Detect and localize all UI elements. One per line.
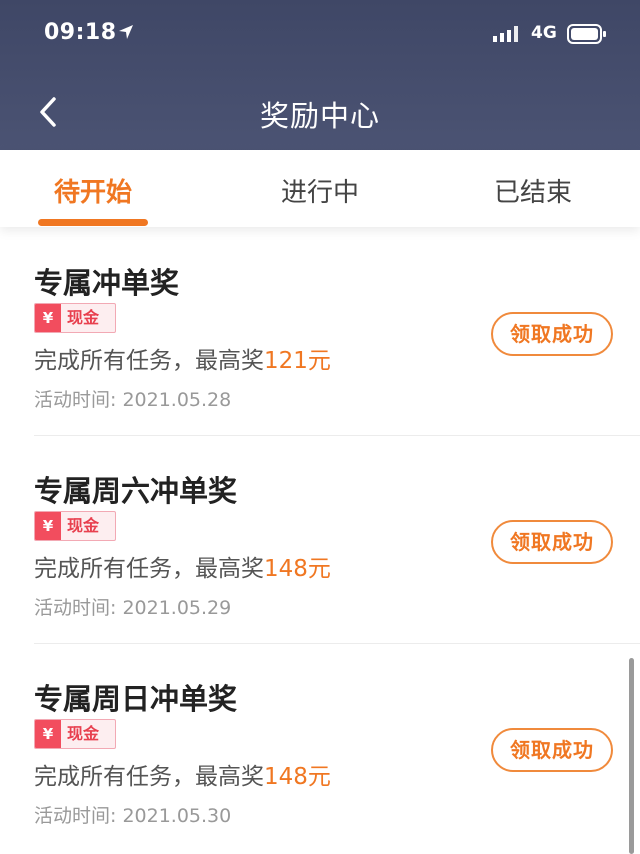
tab-ended[interactable]: 已结束 [443,172,623,209]
scrollbar[interactable] [629,658,634,854]
cash-badge: ¥ 现金 [34,719,116,749]
claim-success-button[interactable]: 领取成功 [491,728,613,772]
activity-date: 活动时间: 2021.05.30 [34,805,232,827]
app-header: 09:18 4G 奖励中心 [0,0,640,150]
tab-bar: 待开始 进行中 已结束 [0,150,640,227]
battery-icon [567,24,606,44]
reward-amount: 121元 [264,348,331,374]
status-bar: 09:18 4G [0,0,640,70]
yen-icon: ¥ [35,304,61,332]
claim-success-button[interactable]: 领取成功 [491,312,613,356]
reward-description-text: 完成所有任务，最高奖 [34,556,264,582]
location-arrow-icon [119,25,133,39]
page-title: 奖励中心 [259,99,380,133]
reward-description: 完成所有任务，最高奖148元 [34,757,331,791]
claim-success-button[interactable]: 领取成功 [491,520,613,564]
reward-card: 专属周日冲单奖 ¥ 现金 完成所有任务，最高奖148元 活动时间: 2021.0… [0,644,640,852]
signal-bars-icon [493,26,518,42]
active-tab-indicator [38,219,148,226]
reward-title: 专属周日冲单奖 [34,682,238,716]
cash-badge-label: 现金 [67,516,100,535]
activity-date: 活动时间: 2021.05.28 [34,389,232,411]
network-type: 4G [531,23,557,43]
reward-description: 完成所有任务，最高奖121元 [34,341,331,375]
reward-title: 专属周六冲单奖 [34,474,238,508]
reward-card: 专属冲单奖 ¥ 现金 完成所有任务，最高奖121元 活动时间: 2021.05.… [0,228,640,436]
cash-badge-label: 现金 [67,724,100,743]
reward-amount: 148元 [264,764,331,790]
reward-description-text: 完成所有任务，最高奖 [34,348,264,374]
status-time: 09:18 [44,20,117,45]
cash-badge-label: 现金 [67,308,100,327]
tab-in-progress[interactable]: 进行中 [230,172,410,209]
tab-pending[interactable]: 待开始 [3,172,183,209]
nav-bar: 奖励中心 [0,75,640,147]
reward-title: 专属冲单奖 [34,266,180,300]
activity-date: 活动时间: 2021.05.29 [34,597,232,619]
reward-description-text: 完成所有任务，最高奖 [34,764,264,790]
reward-card: 专属周六冲单奖 ¥ 现金 完成所有任务，最高奖148元 活动时间: 2021.0… [0,436,640,644]
reward-description: 完成所有任务，最高奖148元 [34,549,331,583]
cash-badge: ¥ 现金 [34,511,116,541]
yen-icon: ¥ [35,512,61,540]
cash-badge: ¥ 现金 [34,303,116,333]
reward-amount: 148元 [264,556,331,582]
yen-icon: ¥ [35,720,61,748]
reward-list: 专属冲单奖 ¥ 现金 完成所有任务，最高奖121元 活动时间: 2021.05.… [0,228,640,852]
